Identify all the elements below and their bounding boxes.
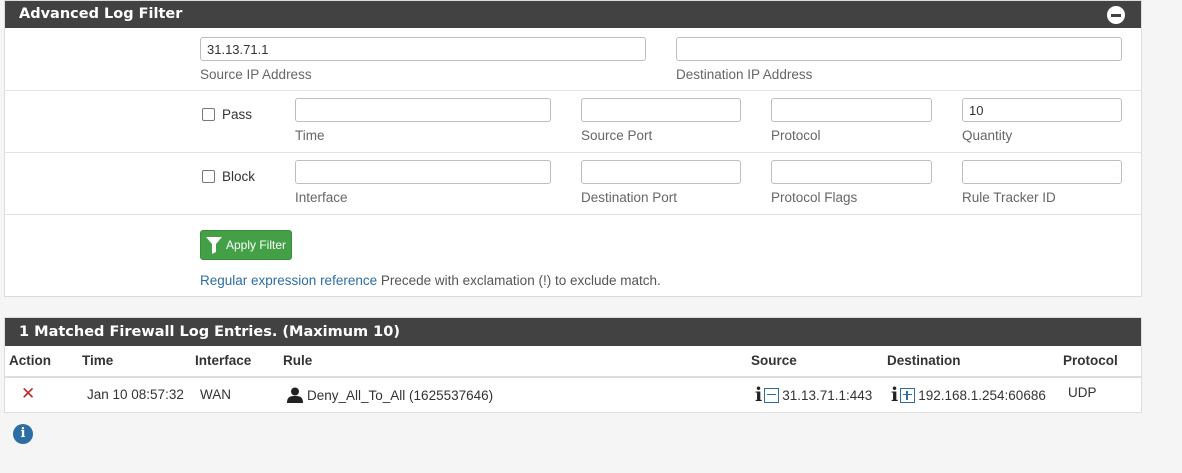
regex-reference-link[interactable]: Regular expression reference bbox=[200, 273, 377, 288]
col-protocol: Protocol bbox=[1063, 353, 1118, 368]
close-icon[interactable]: ✕ bbox=[21, 384, 35, 404]
filter-row-pass: Pass Time Source Port Protocol Quantity bbox=[5, 91, 1141, 153]
user-icon bbox=[287, 387, 303, 403]
quantity-input[interactable] bbox=[962, 98, 1122, 122]
regex-hint: Regular expression reference Precede wit… bbox=[200, 273, 661, 288]
block-checkbox[interactable] bbox=[202, 170, 215, 183]
protocol-label: Protocol bbox=[771, 128, 821, 143]
row-source-label: 31.13.71.1:443 bbox=[782, 387, 873, 403]
log-entries-header: 1 Matched Firewall Log Entries. (Maximum… bbox=[5, 318, 1141, 346]
apply-filter-label: Apply Filter bbox=[225, 238, 287, 252]
col-interface: Interface bbox=[195, 353, 252, 368]
protocol-flags-input[interactable] bbox=[771, 160, 932, 184]
pass-checkbox[interactable] bbox=[202, 108, 215, 121]
info-icon[interactable]: i bbox=[755, 386, 762, 405]
row-destination: i 192.168.1.254:60686 bbox=[891, 386, 1046, 405]
filter-row-block: Block Interface Destination Port Protoco… bbox=[5, 153, 1141, 215]
col-action: Action bbox=[9, 353, 51, 368]
log-entries-title: 1 Matched Firewall Log Entries. (Maximum… bbox=[19, 324, 400, 340]
block-label: Block bbox=[222, 169, 256, 184]
pass-checkbox-group[interactable]: Pass bbox=[202, 107, 252, 122]
log-entries-panel: 1 Matched Firewall Log Entries. (Maximum… bbox=[4, 317, 1142, 413]
rule-tracker-id-label: Rule Tracker ID bbox=[962, 190, 1056, 205]
protocol-input[interactable] bbox=[771, 98, 932, 122]
table-row: ✕ Jan 10 08:57:32 WAN Deny_All_To_All (1… bbox=[5, 378, 1141, 412]
source-ip-label: Source IP Address bbox=[200, 67, 312, 82]
collapse-icon[interactable] bbox=[1107, 6, 1125, 24]
destination-ip-label: Destination IP Address bbox=[676, 67, 813, 82]
source-port-input[interactable] bbox=[581, 98, 741, 122]
filter-row-actions: Apply Filter Regular expression referenc… bbox=[5, 215, 1141, 295]
col-time: Time bbox=[82, 353, 114, 368]
time-input[interactable] bbox=[295, 98, 551, 122]
row-rule-label: Deny_All_To_All (1625537646) bbox=[307, 387, 494, 403]
interface-label: Interface bbox=[295, 190, 348, 205]
advanced-log-filter-panel: Advanced Log Filter Source IP Address De… bbox=[4, 0, 1142, 297]
apply-filter-button[interactable]: Apply Filter bbox=[200, 230, 292, 260]
info-circle-icon[interactable]: i bbox=[13, 424, 33, 444]
row-time: Jan 10 08:57:32 bbox=[87, 387, 184, 402]
filter-panel-title: Advanced Log Filter bbox=[19, 6, 183, 22]
pass-label: Pass bbox=[222, 107, 253, 122]
quantity-label: Quantity bbox=[962, 128, 1013, 143]
row-source: i 31.13.71.1:443 bbox=[755, 386, 873, 405]
regex-hint-text: Precede with exclamation (!) to exclude … bbox=[380, 273, 661, 288]
time-label: Time bbox=[295, 128, 325, 143]
row-protocol: UDP bbox=[1068, 385, 1097, 400]
protocol-flags-label: Protocol Flags bbox=[771, 190, 858, 205]
interface-input[interactable] bbox=[295, 160, 551, 184]
filter-row-ip: Source IP Address Destination IP Address bbox=[5, 28, 1141, 91]
source-port-label: Source Port bbox=[581, 128, 653, 143]
log-table-header: Action Time Interface Rule Source Destin… bbox=[5, 346, 1141, 378]
col-source: Source bbox=[751, 353, 797, 368]
filter-panel-header: Advanced Log Filter bbox=[5, 1, 1141, 28]
rule-tracker-id-input[interactable] bbox=[962, 160, 1122, 184]
destination-port-input[interactable] bbox=[581, 160, 741, 184]
col-destination: Destination bbox=[887, 353, 961, 368]
row-rule[interactable]: Deny_All_To_All (1625537646) bbox=[287, 387, 493, 403]
plus-square-icon[interactable] bbox=[900, 387, 916, 403]
filter-icon bbox=[205, 237, 222, 254]
block-checkbox-group[interactable]: Block bbox=[202, 169, 255, 184]
minus-square-icon[interactable] bbox=[764, 387, 780, 403]
destination-ip-input[interactable] bbox=[676, 37, 1122, 61]
source-ip-input[interactable] bbox=[200, 37, 646, 61]
row-destination-label: 192.168.1.254:60686 bbox=[918, 387, 1046, 403]
row-interface: WAN bbox=[200, 387, 231, 402]
destination-port-label: Destination Port bbox=[581, 190, 678, 205]
col-rule: Rule bbox=[283, 353, 313, 368]
info-icon[interactable]: i bbox=[891, 386, 898, 405]
